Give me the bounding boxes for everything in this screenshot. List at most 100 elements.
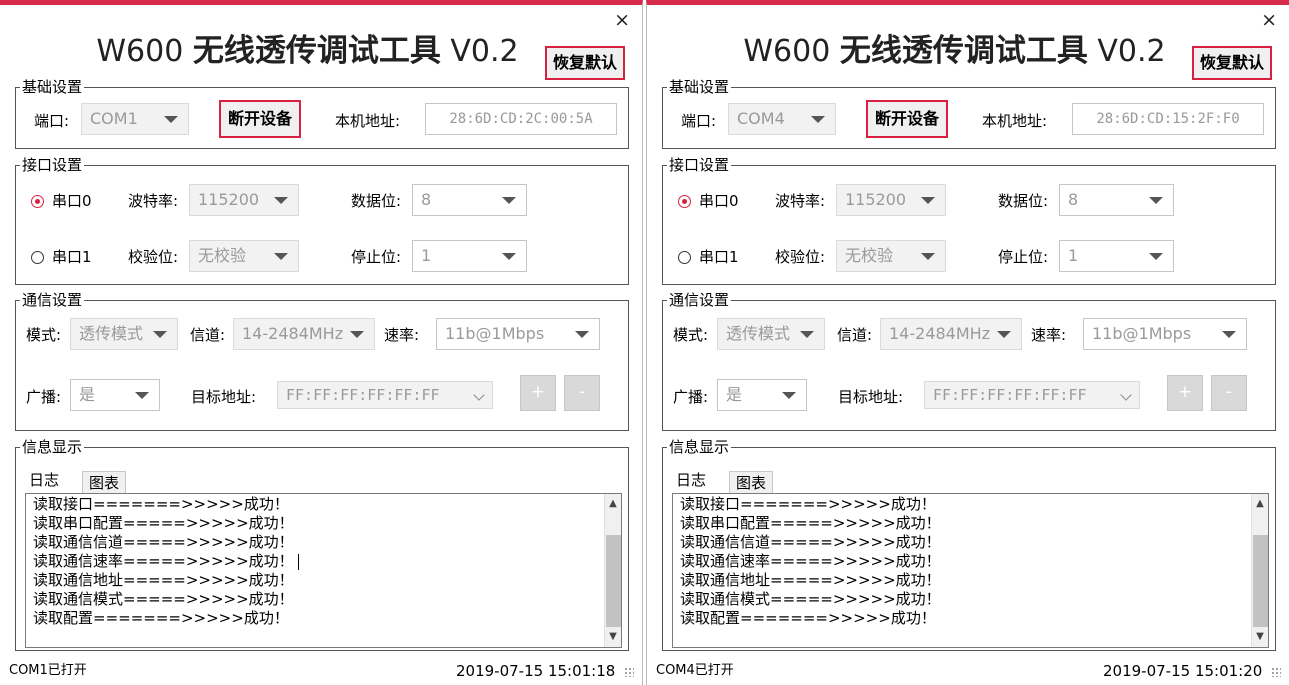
uart1-radio[interactable] — [678, 251, 691, 264]
scroll-down-icon[interactable]: ▼ — [605, 629, 621, 645]
tab-log[interactable]: 日志 — [23, 469, 66, 491]
mac-address-label: 本机地址: — [982, 112, 1048, 130]
mode-select[interactable]: 透传模式 — [717, 318, 825, 350]
log-line-text: 读取通信速率=====>>>>>成功！ — [33, 552, 294, 570]
target-address-select[interactable]: FF:FF:FF:FF:FF:FF — [277, 381, 493, 409]
title-version: V0.2 — [440, 34, 519, 69]
uart1-radio[interactable] — [31, 251, 44, 264]
info-display-legend: 信息显示 — [669, 438, 730, 456]
uart1-label: 串口1 — [699, 248, 739, 266]
tab-chart[interactable]: 图表 — [82, 471, 127, 493]
info-display-legend: 信息显示 — [22, 438, 83, 456]
uart1-label: 串口1 — [52, 248, 92, 266]
add-address-button[interactable]: + — [1167, 375, 1203, 411]
resize-grip-icon[interactable] — [1271, 667, 1281, 677]
chevron-down-icon — [1120, 389, 1132, 401]
chevron-down-icon — [1149, 253, 1163, 260]
log-line: 读取通信速率=====>>>>>成功！ — [680, 552, 941, 570]
remove-address-button[interactable]: - — [1211, 375, 1247, 411]
status-timestamp: 2019-07-15 15:01:20 — [1103, 662, 1263, 680]
basic-settings-legend: 基础设置 — [22, 78, 83, 96]
baud-rate-select[interactable]: 115200 — [836, 184, 946, 216]
disconnect-device-button[interactable]: 断开设备 — [866, 100, 948, 138]
mode-label: 模式: — [673, 326, 709, 344]
channel-label: 信道: — [190, 326, 226, 344]
uart0-label: 串口0 — [52, 192, 92, 210]
baud-rate-value: 115200 — [198, 190, 260, 209]
rate-select[interactable]: 11b@1Mbps — [436, 318, 600, 350]
mac-address-field[interactable]: 28:6D:CD:2C:00:5A — [425, 103, 617, 135]
tool-window-1: × W600 无线透传调试工具 V0.2 恢复默认 基础设置 端口: COM1 … — [0, 0, 643, 685]
disconnect-device-button[interactable]: 断开设备 — [219, 100, 301, 138]
baud-rate-select[interactable]: 115200 — [189, 184, 299, 216]
scrollbar-thumb[interactable] — [1253, 535, 1268, 627]
scroll-down-icon[interactable]: ▼ — [1252, 629, 1268, 645]
log-scrollbar[interactable]: ▲ ▼ — [604, 494, 621, 647]
tab-chart[interactable]: 图表 — [729, 471, 774, 493]
rate-select[interactable]: 11b@1Mbps — [1083, 318, 1247, 350]
broadcast-label: 广播: — [26, 388, 62, 406]
stop-bits-select[interactable]: 1 — [1059, 240, 1174, 272]
broadcast-label: 广播: — [673, 388, 709, 406]
parity-value: 无校验 — [845, 246, 894, 265]
status-timestamp: 2019-07-15 15:01:18 — [456, 662, 616, 680]
port-select[interactable]: COM1 — [81, 103, 189, 135]
broadcast-select[interactable]: 是 — [717, 379, 807, 411]
chevron-down-icon — [1222, 331, 1236, 338]
chevron-down-icon — [350, 331, 364, 338]
resize-grip-icon[interactable] — [624, 667, 634, 677]
tool-window-2: × W600 无线透传调试工具 V0.2 恢复默认 基础设置 端口: COM4 … — [646, 0, 1289, 685]
mac-address-field[interactable]: 28:6D:CD:15:2F:F0 — [1072, 103, 1264, 135]
baud-rate-label: 波特率: — [128, 192, 179, 210]
restore-defaults-button[interactable]: 恢复默认 — [1192, 46, 1272, 80]
mode-select[interactable]: 透传模式 — [70, 318, 178, 350]
log-scrollbar[interactable]: ▲ ▼ — [1251, 494, 1268, 647]
stop-bits-select[interactable]: 1 — [412, 240, 527, 272]
data-bits-select[interactable]: 8 — [1059, 184, 1174, 216]
uart0-label: 串口0 — [699, 192, 739, 210]
log-line: 读取通信信道=====>>>>>成功！ — [680, 533, 941, 551]
log-line: 读取接口=======>>>>>成功！ — [680, 495, 936, 513]
chevron-down-icon — [997, 331, 1011, 338]
log-textarea[interactable]: 读取接口=======>>>>>成功！ 读取串口配置=====>>>>>成功！ … — [25, 493, 622, 648]
channel-select[interactable]: 14-2484MHz — [880, 318, 1022, 350]
chevron-down-icon — [921, 197, 935, 204]
log-line: 读取串口配置=====>>>>>成功！ — [33, 514, 294, 532]
close-icon[interactable]: × — [614, 11, 630, 30]
uart0-radio[interactable] — [678, 195, 691, 208]
log-line: 读取通信信道=====>>>>>成功！ — [33, 533, 294, 551]
stop-bits-label: 停止位: — [998, 248, 1049, 266]
status-port-text: COM1已打开 — [9, 663, 87, 678]
uart0-radio[interactable] — [31, 195, 44, 208]
remove-address-button[interactable]: - — [564, 375, 600, 411]
rate-label: 速率: — [384, 326, 420, 344]
text-caret — [297, 553, 299, 570]
title-version: V0.2 — [1087, 34, 1166, 69]
port-select[interactable]: COM4 — [728, 103, 836, 135]
communication-settings-legend: 通信设置 — [669, 291, 730, 309]
scrollbar-thumb[interactable] — [606, 535, 621, 627]
channel-select[interactable]: 14-2484MHz — [233, 318, 375, 350]
tab-log[interactable]: 日志 — [670, 469, 713, 491]
scroll-up-icon[interactable]: ▲ — [1252, 496, 1268, 512]
restore-defaults-button[interactable]: 恢复默认 — [545, 46, 625, 80]
chevron-down-icon — [575, 331, 589, 338]
info-display-group: 信息显示 日志 图表 读取接口=======>>>>>成功！ 读取串口配置===… — [15, 439, 629, 651]
parity-label: 校验位: — [775, 248, 826, 266]
add-address-button[interactable]: + — [520, 375, 556, 411]
port-label: 端口: — [34, 112, 70, 130]
target-address-label: 目标地址: — [191, 388, 257, 406]
mode-value: 透传模式 — [726, 324, 791, 343]
parity-select[interactable]: 无校验 — [189, 240, 299, 272]
scroll-up-icon[interactable]: ▲ — [605, 496, 621, 512]
data-bits-select[interactable]: 8 — [412, 184, 527, 216]
log-textarea[interactable]: 读取接口=======>>>>>成功！ 读取串口配置=====>>>>>成功！ … — [672, 493, 1269, 648]
title-main: 无线透传调试工具 — [839, 33, 1088, 69]
broadcast-select[interactable]: 是 — [70, 379, 160, 411]
target-address-value: FF:FF:FF:FF:FF:FF — [933, 386, 1087, 404]
log-line: 读取通信地址=====>>>>>成功！ — [33, 571, 294, 589]
target-address-select[interactable]: FF:FF:FF:FF:FF:FF — [924, 381, 1140, 409]
parity-label: 校验位: — [128, 248, 179, 266]
parity-select[interactable]: 无校验 — [836, 240, 946, 272]
close-icon[interactable]: × — [1261, 11, 1277, 30]
